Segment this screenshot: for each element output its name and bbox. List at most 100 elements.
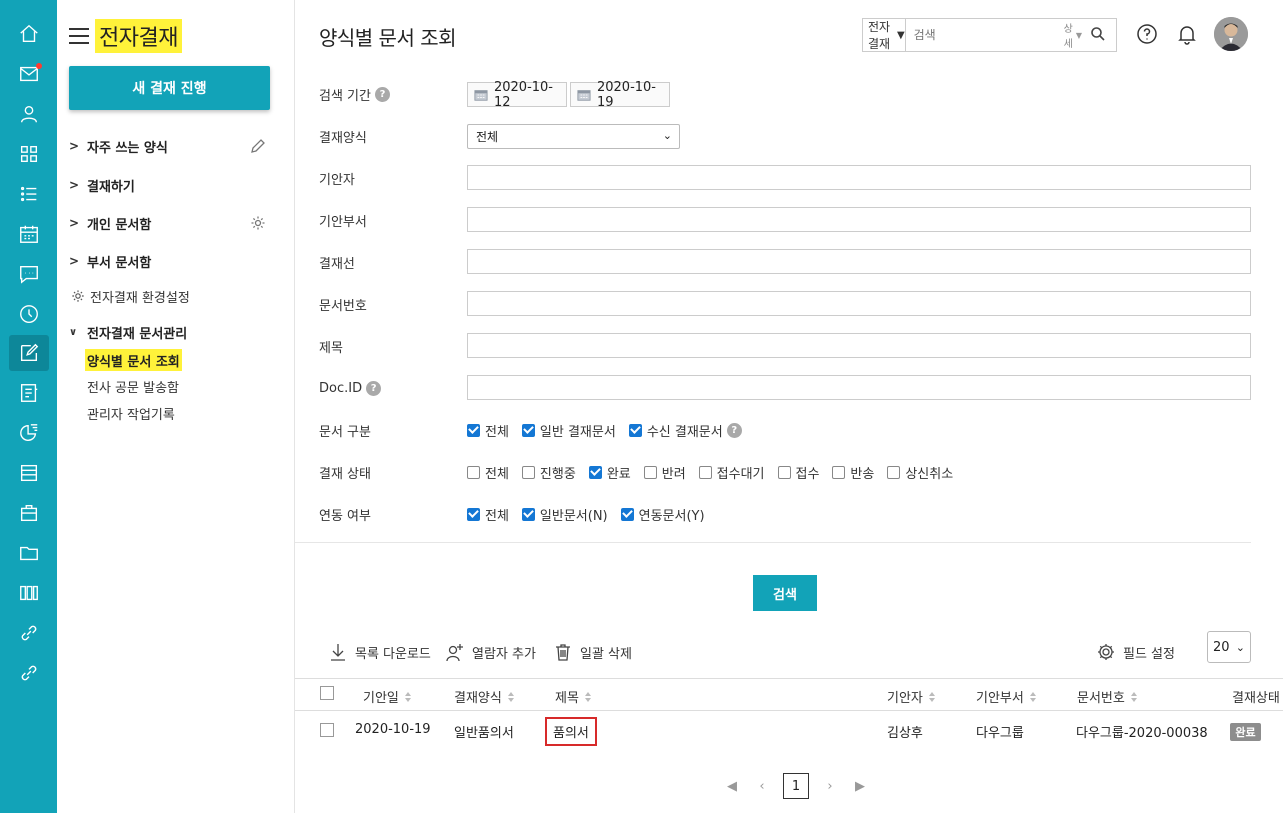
doc-type-options: 전체 일반 결재문서 수신 결재문서 ? [467,418,742,442]
drafter-input[interactable] [467,165,1251,190]
clock-icon[interactable] [9,296,49,332]
checkbox-box [620,507,634,521]
subject-input[interactable] [467,333,1251,358]
column-header-dept[interactable]: 기안부서 [976,687,1036,706]
cell-title-link[interactable]: 품의서 [545,717,597,746]
sidebar-item-admin[interactable]: ∨ 전자결재 문서관리 [69,321,270,343]
date-to-field[interactable]: 2020-10-19 [570,80,670,110]
status-all-checkbox[interactable]: 전체 [467,463,509,482]
folder-icon[interactable] [9,535,49,571]
work-icon[interactable] [9,495,49,531]
status-received-checkbox[interactable]: 접수 [777,463,819,482]
doc-type-received-checkbox[interactable]: 수신 결재문서 [628,421,723,440]
help-icon[interactable]: ? [374,86,390,102]
doc-type-all-checkbox[interactable]: 전체 [467,421,509,440]
select-all-checkbox[interactable] [320,686,334,700]
sidebar-item-department[interactable]: > 부서 문서함 [69,250,270,272]
calendar-icon[interactable] [9,216,49,252]
status-returned-checkbox[interactable]: 반송 [832,463,874,482]
add-viewer-label: 열람자 추가 [472,646,536,662]
column-header-date[interactable]: 기안일 [363,687,411,706]
link-icon[interactable] [9,615,49,651]
apps-icon[interactable] [9,136,49,172]
status-complete-checkbox[interactable]: 완료 [588,463,631,482]
doc-type-label: 문서 구분 [319,424,371,440]
sidebar-item-personal[interactable]: > 개인 문서함 [69,212,270,234]
column-label: 결재양식 [454,691,502,706]
sidebar-item-settings[interactable]: 전자결재 환경설정 [71,285,190,307]
column-header-title[interactable]: 제목 [555,687,591,706]
link-general-checkbox[interactable]: 일반문서(N) [521,505,608,524]
search-scope-select[interactable]: 전자결재 ▼ [863,19,906,51]
column-header-drafter[interactable]: 기안자 [887,687,935,706]
status-withdrawn-checkbox[interactable]: 상신취소 [887,463,953,482]
sidebar-item-form-doc-search[interactable]: 양식별 문서 조회 [85,349,182,371]
table-row[interactable]: 2020-10-19 일반품의서 품의서 김상후 다우그룹 다우그룹-2020-… [295,711,1283,753]
link2-icon[interactable] [9,655,49,691]
search-button[interactable]: 검색 [753,575,817,611]
sidebar-item-favorites[interactable]: > 자주 쓰는 양식 [69,135,270,157]
approval-line-input[interactable] [467,249,1251,274]
chat-icon[interactable] [9,256,49,292]
search-input[interactable] [905,19,1064,51]
current-page[interactable]: 1 [783,773,809,799]
column-header-form[interactable]: 결재양식 [454,687,514,706]
survey-icon[interactable] [9,415,49,451]
next-page-icon[interactable]: › [821,779,839,794]
board-icon[interactable] [9,455,49,491]
sidebar-item-approve[interactable]: > 결재하기 [69,174,270,196]
bell-icon[interactable] [1175,22,1199,46]
contacts-icon[interactable] [9,96,49,132]
edit-icon[interactable] [250,138,266,154]
link-all-checkbox[interactable]: 전체 [467,505,509,524]
status-rejected-checkbox[interactable]: 반려 [643,463,686,482]
search-scope-label: 전자결재 [868,20,891,51]
date-from-field[interactable]: 2020-10-12 [467,80,567,110]
menu-icon[interactable] [69,28,89,44]
column-header-doc-no[interactable]: 문서번호 [1077,687,1137,706]
sidebar-item-official-sent[interactable]: 전사 공문 발송함 [87,375,179,397]
form-type-select[interactable]: 전체 ⌄ [467,124,680,149]
link-linked-checkbox[interactable]: 연동문서(Y) [620,505,705,524]
help-icon[interactable]: ? [366,380,382,396]
first-page-icon[interactable]: ◀​ [723,779,741,794]
bulk-delete-button[interactable]: 일괄 삭제 [553,640,632,664]
avatar[interactable] [1214,17,1248,51]
checkbox-box [628,423,642,437]
library-icon[interactable] [9,575,49,611]
status-pending-receipt-checkbox[interactable]: 접수대기 [698,463,765,482]
status-in-progress-checkbox[interactable]: 진행중 [521,463,576,482]
column-header-status[interactable]: 결재상태 [1232,687,1280,706]
draft-dept-input[interactable] [467,207,1251,232]
search-icon[interactable] [1090,26,1106,44]
sidebar-item-admin-log[interactable]: 관리자 작업기록 [87,402,175,424]
add-viewer-button[interactable]: 열람자 추가 [445,640,536,664]
download-list-button[interactable]: 목록 다운로드 [328,640,431,664]
sidebar-item-label: 전자결재 문서관리 [87,326,188,342]
row-checkbox[interactable] [320,723,334,737]
prev-page-icon[interactable]: ‹ [753,779,771,794]
last-page-icon[interactable]: ▶​ [851,779,869,794]
new-approval-button[interactable]: 새 결재 진행 [69,66,270,110]
sort-icon [507,691,514,702]
docid-input[interactable] [467,375,1251,400]
report-icon[interactable] [9,375,49,411]
help-icon[interactable]: ? [726,422,742,438]
doc-type-general-checkbox[interactable]: 일반 결재문서 [521,421,616,440]
mail-icon[interactable] [9,56,49,92]
sort-icon [404,691,411,702]
checkbox-box [467,507,480,521]
cell-form: 일반품의서 [454,726,514,741]
home-icon[interactable] [9,16,49,52]
chevron-down-icon: ⌄ [662,129,672,142]
tasks-icon[interactable] [9,176,49,212]
field-settings-button[interactable]: 필드 설정 [1096,640,1175,664]
gear-icon[interactable] [250,215,266,231]
approval-icon[interactable] [9,335,49,371]
doc-number-input[interactable] [467,291,1251,316]
page-size-select[interactable]: 20 ⌄ [1207,631,1251,663]
checkbox-label: 일반 결재문서 [539,424,616,440]
search-detail-toggle[interactable]: 상세 ▼ [1064,20,1082,50]
help-icon[interactable] [1135,22,1159,46]
draft-dept-label: 기안부서 [319,214,367,230]
